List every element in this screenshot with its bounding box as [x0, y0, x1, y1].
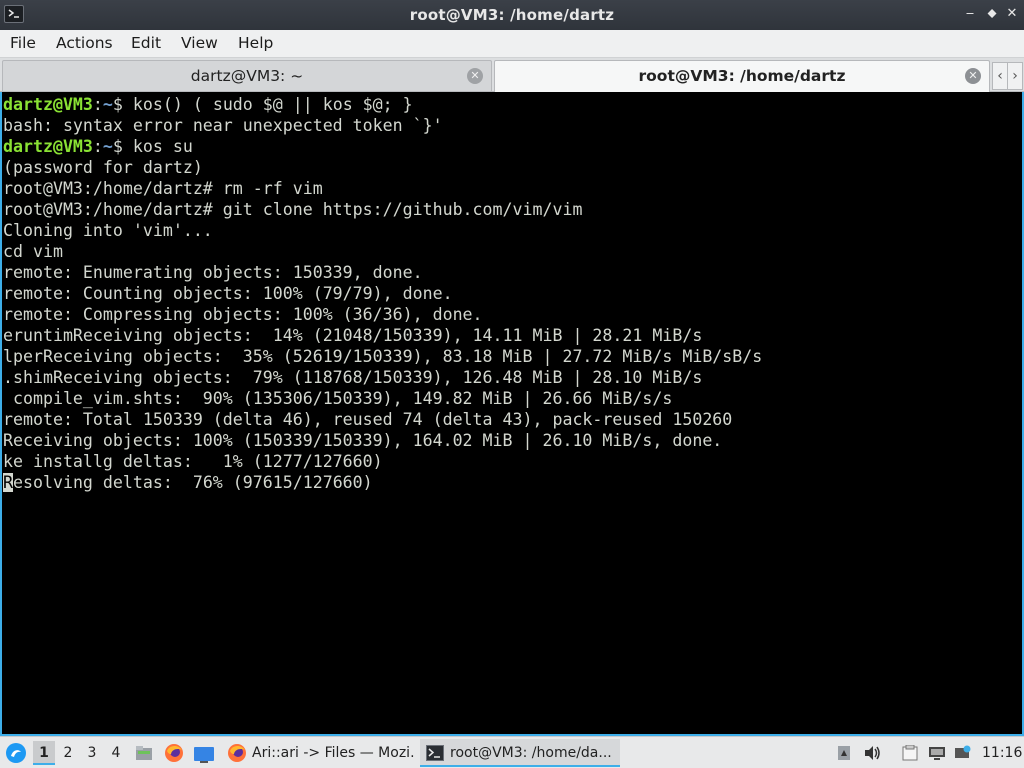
terminal-line: remote: Total 150339 (delta 46), reused …	[3, 410, 733, 429]
terminal-output[interactable]: dartz@VM3:~$ kos() ( sudo $@ || kos $@; …	[0, 92, 1024, 736]
terminal-line: remote: Counting objects: 100% (79/79), …	[3, 284, 453, 303]
prompt-user: dartz@VM3	[3, 137, 93, 156]
display-icon[interactable]	[953, 745, 973, 761]
close-tab-icon[interactable]: ✕	[965, 68, 981, 84]
workspace-1[interactable]: 1	[33, 741, 55, 765]
terminal-line: dartz@VM3:~$ kos su	[3, 137, 193, 156]
firefox-icon	[228, 744, 246, 762]
clock[interactable]: 11:16	[982, 737, 1022, 768]
maximize-icon[interactable]: ⬥	[984, 6, 1000, 22]
menu-actions[interactable]: Actions	[56, 34, 113, 52]
prompt-user: dartz@VM3	[3, 95, 93, 114]
terminal-line: Resolving deltas: 76% (97615/127660)	[3, 472, 1022, 493]
tab-next-icon[interactable]: ›	[1007, 62, 1023, 90]
close-tab-icon[interactable]: ✕	[467, 68, 483, 84]
terminal-line: dartz@VM3:~$ kos() ( sudo $@ || kos $@; …	[3, 95, 413, 114]
prompt-command: $ kos su	[112, 137, 193, 156]
prompt-command: $ kos() ( sudo $@ || kos $@; }	[112, 95, 413, 114]
task-label: Ari::ari -> Files — Mozi...	[252, 745, 416, 761]
terminal-line: compile_vim.shts: 90% (135306/150339), 1…	[3, 389, 673, 408]
window-titlebar: root@VM3: /home/dartz ‒ ⬥ ✕	[0, 0, 1024, 30]
tab-dartz-home[interactable]: dartz@VM3: ~ ✕	[2, 60, 492, 91]
terminal-line: root@VM3:/home/dartz# git clone https://…	[3, 200, 583, 219]
terminal-line: .shimReceiving objects: 79% (118768/1503…	[3, 368, 703, 387]
task-terminal[interactable]: root@VM3: /home/da...	[420, 739, 620, 767]
terminal-line: eruntimReceiving objects: 14% (21048/150…	[3, 326, 703, 345]
tab-bar: dartz@VM3: ~ ✕ root@VM3: /home/dartz ✕	[0, 58, 1024, 92]
terminal-line: bash: syntax error near unexpected token…	[3, 116, 443, 135]
minimize-icon[interactable]: ‒	[962, 6, 978, 22]
tab-label: root@VM3: /home/dartz	[638, 67, 846, 85]
terminal-line: remote: Compressing objects: 100% (36/36…	[3, 305, 483, 324]
workspace-4[interactable]: 4	[105, 741, 127, 765]
terminal-line-text: esolving deltas: 76% (97615/127660)	[13, 473, 373, 492]
text-cursor: R	[3, 473, 13, 492]
window-title: root@VM3: /home/dartz	[409, 6, 615, 24]
prompt-path: ~	[102, 95, 113, 114]
terminal-line: remote: Enumerating objects: 150339, don…	[3, 263, 423, 282]
prompt-path: ~	[102, 137, 113, 156]
terminal-line: Cloning into 'vim'...	[3, 221, 213, 240]
workspace-3[interactable]: 3	[81, 741, 103, 765]
notes-icon[interactable]	[901, 744, 919, 761]
terminal-line: Receiving objects: 100% (150339/150339),…	[3, 431, 723, 450]
close-window-icon[interactable]: ✕	[1004, 6, 1020, 22]
task-firefox[interactable]: Ari::ari -> Files — Mozi...	[222, 739, 416, 767]
file-manager-icon[interactable]	[134, 743, 154, 763]
tab-label: dartz@VM3: ~	[190, 67, 304, 85]
task-label: root@VM3: /home/da...	[450, 745, 612, 761]
tab-prev-icon[interactable]: ‹	[992, 62, 1008, 90]
menu-view[interactable]: View	[181, 34, 218, 52]
start-menu-icon[interactable]	[4, 741, 28, 765]
terminal-icon	[426, 745, 444, 761]
volume-icon[interactable]	[864, 745, 880, 761]
terminal-line: lperReceiving objects: 35% (52619/150339…	[3, 347, 763, 366]
menu-file[interactable]: File	[10, 34, 36, 52]
desktop-icon[interactable]	[193, 744, 215, 763]
terminal-line: (password for dartz)	[3, 158, 203, 177]
terminal-line: root@VM3:/home/dartz# rm -rf vim	[3, 179, 323, 198]
workspace-2[interactable]: 2	[57, 741, 79, 765]
menu-bar: File Actions Edit View Help	[0, 30, 1024, 58]
taskbar: 1 2 3 4 Ari::ari -> Files — Mozi... root…	[0, 736, 1024, 768]
terminal-line: ke installg deltas: 1% (1277/127660)	[3, 452, 383, 471]
tab-root-home-dartz[interactable]: root@VM3: /home/dartz ✕	[494, 60, 990, 92]
menu-edit[interactable]: Edit	[131, 34, 161, 52]
firefox-icon[interactable]	[163, 742, 185, 764]
clipboard-icon[interactable]	[836, 745, 852, 761]
terminal-line: cd vim	[3, 242, 63, 261]
network-icon[interactable]	[928, 745, 946, 761]
menu-help[interactable]: Help	[238, 34, 273, 52]
